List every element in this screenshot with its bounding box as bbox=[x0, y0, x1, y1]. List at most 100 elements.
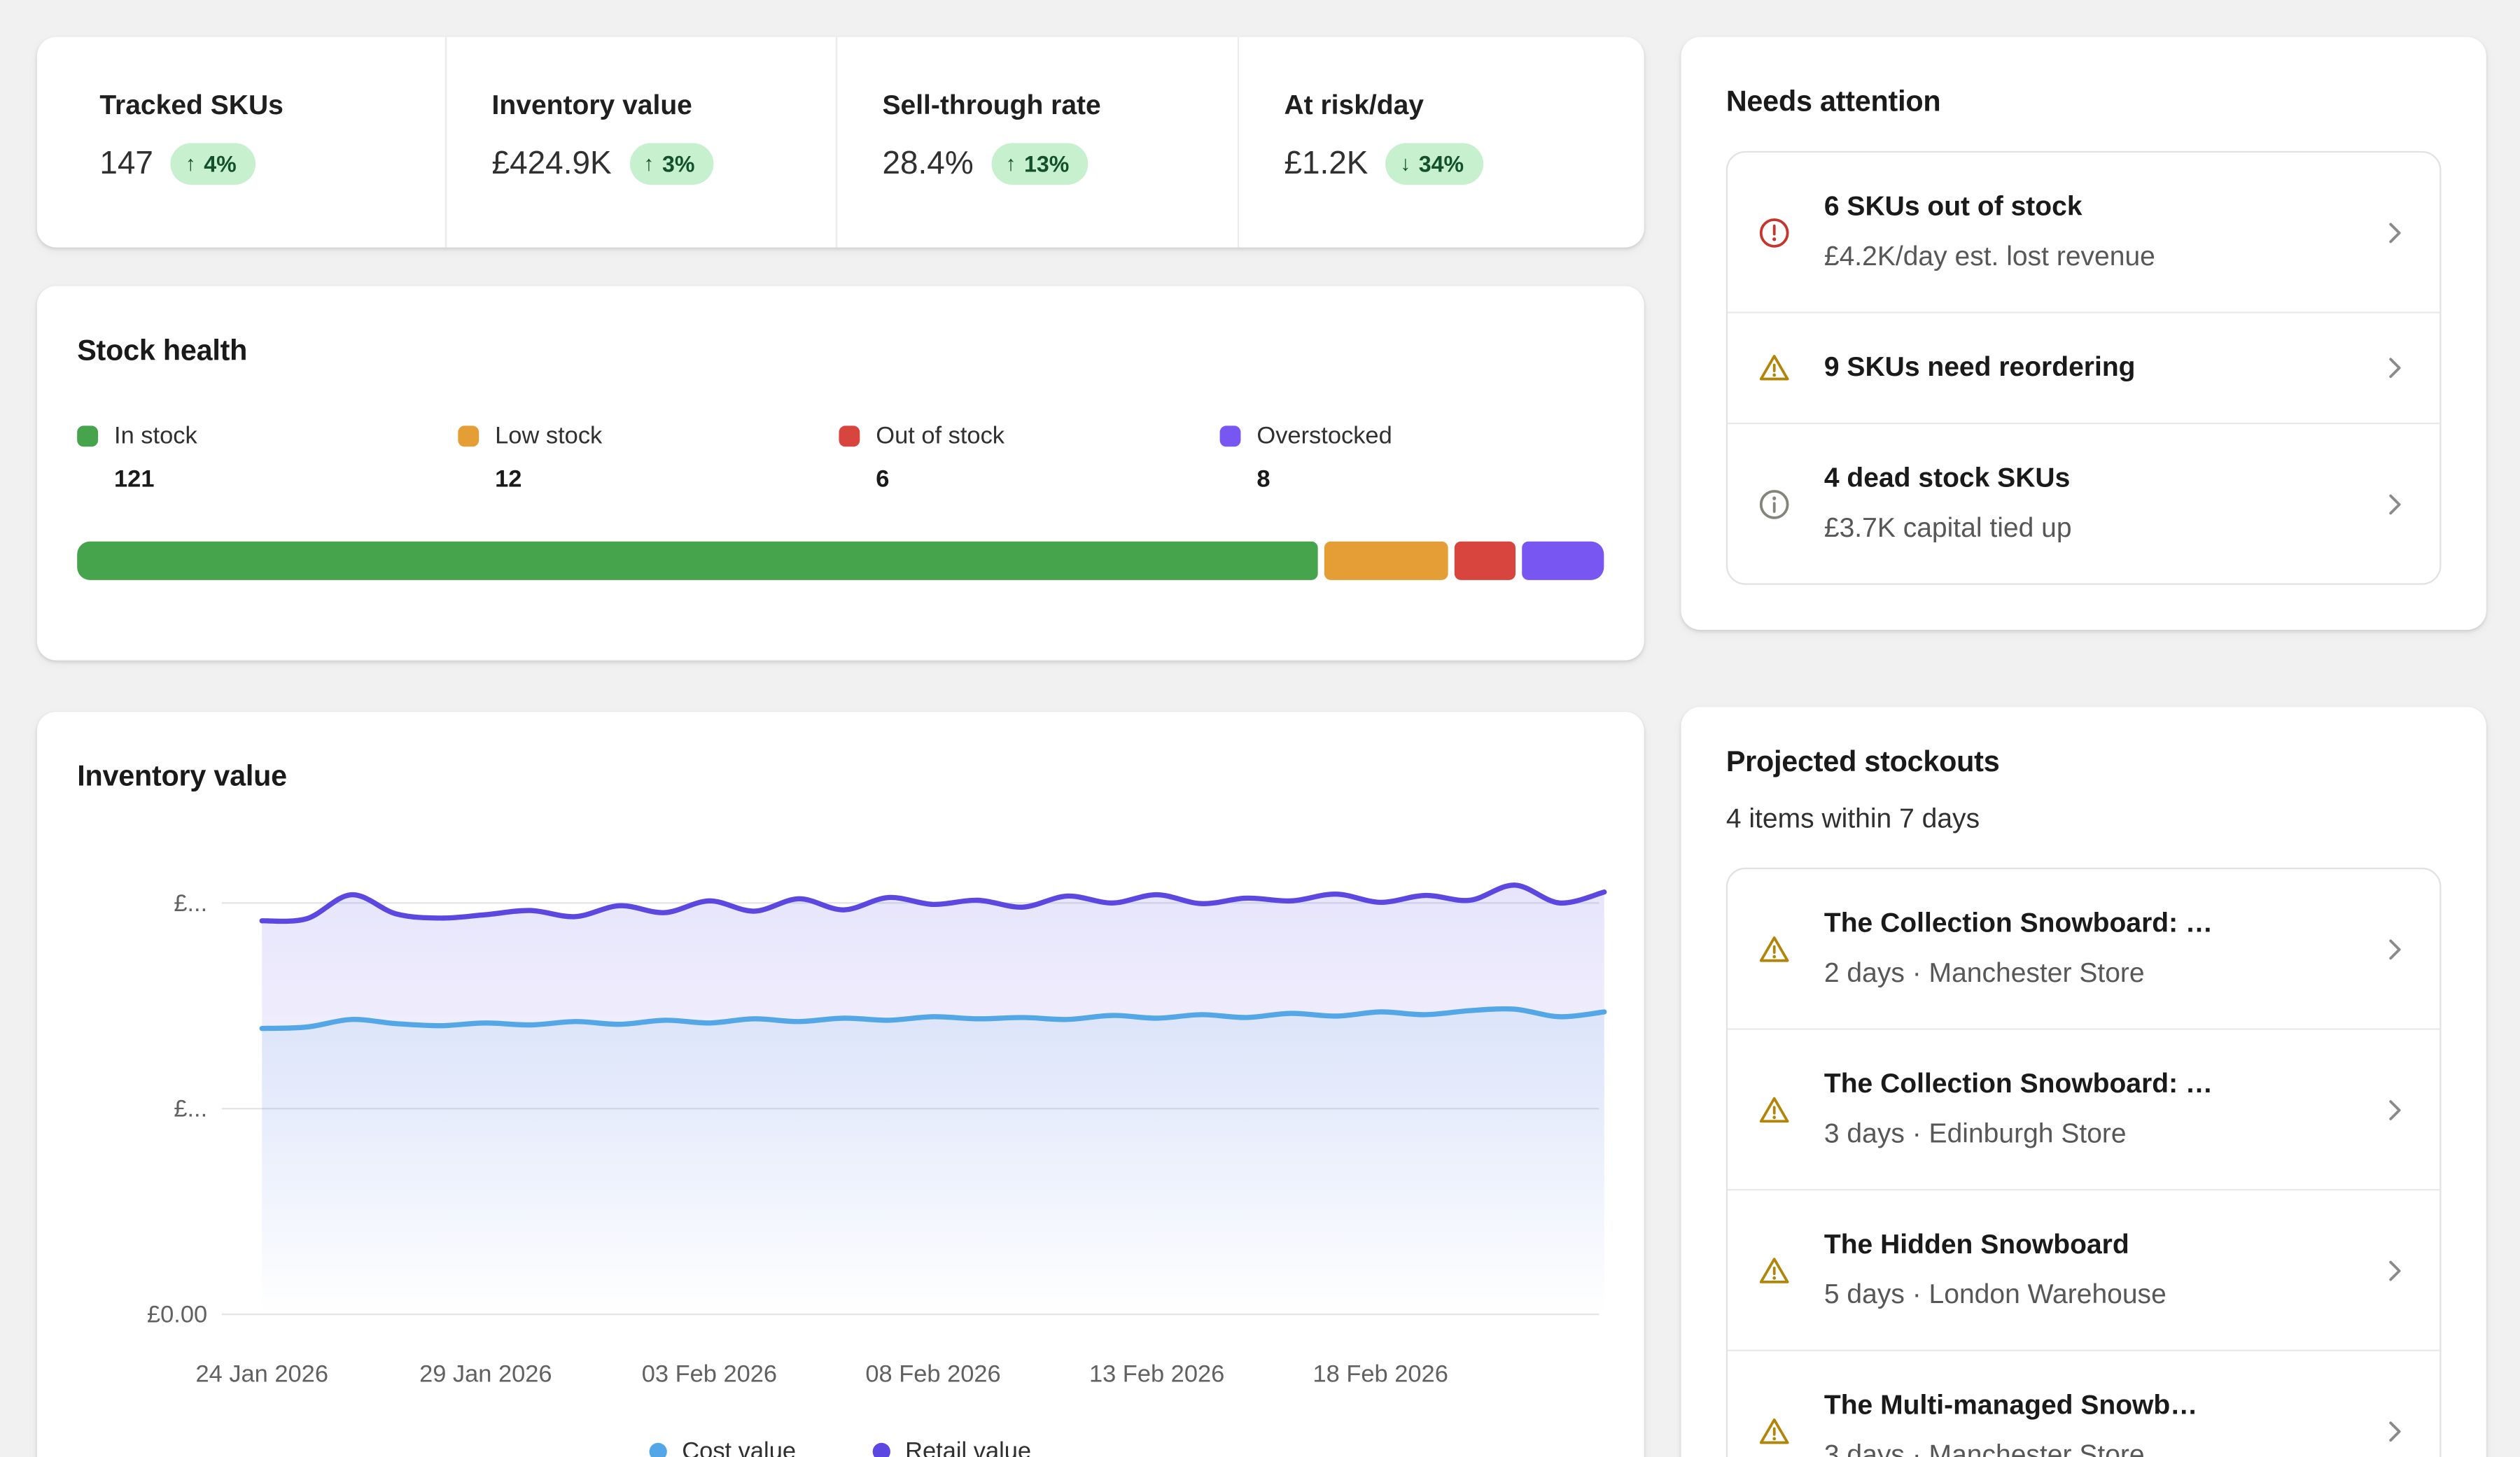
kpi-value: 147 bbox=[99, 146, 153, 183]
stockout-item-subtitle: 3 days · Edinburgh Store bbox=[1824, 1113, 2346, 1155]
svg-text:08 Feb 2026: 08 Feb 2026 bbox=[865, 1360, 1000, 1387]
chevron-right-icon bbox=[2379, 1093, 2411, 1125]
kpi-summary-card: Tracked SKUs 147 ↑ 4% Inventory value £42… bbox=[37, 37, 1644, 248]
stock-health-legend: In stock 121 Low stock 12 Out of stock 6… bbox=[77, 423, 1604, 493]
svg-text:18 Feb 2026: 18 Feb 2026 bbox=[1313, 1360, 1448, 1387]
stockout-item[interactable]: The Collection Snowboard: … 3 days · Edi… bbox=[1728, 1028, 2440, 1189]
kpi-delta-badge: ↓ 34% bbox=[1386, 143, 1483, 185]
stockout-item[interactable]: The Multi-managed Snowb… 3 days · Manche… bbox=[1728, 1350, 2440, 1457]
kpi-value: £1.2K bbox=[1284, 146, 1368, 183]
legend-label: Cost value bbox=[682, 1438, 796, 1457]
chevron-right-icon bbox=[2379, 1254, 2411, 1286]
stockout-item-title: The Hidden Snowboard bbox=[1824, 1224, 2346, 1266]
stock-bar-segment-1 bbox=[1324, 542, 1448, 580]
stock-bar-segment-3 bbox=[1522, 542, 1604, 580]
stockout-item[interactable]: The Hidden Snowboard 5 days · London War… bbox=[1728, 1189, 2440, 1350]
attention-item-title: 9 SKUs need reordering bbox=[1824, 347, 2346, 389]
legend-label: Retail value bbox=[905, 1438, 1031, 1457]
svg-text:£0.00: £0.00 bbox=[147, 1302, 207, 1328]
arrow-up-icon: ↑ bbox=[1006, 150, 1016, 178]
stock-bar-segment-0 bbox=[77, 542, 1318, 580]
attention-item-title: 4 dead stock SKUs bbox=[1824, 458, 2346, 500]
legend-label: Low stock bbox=[495, 423, 602, 450]
stockout-item-subtitle: 5 days · London Warehouse bbox=[1824, 1274, 2346, 1316]
kpi-inventory-value: Inventory value £424.9K ↑ 3% bbox=[445, 37, 836, 248]
chevron-right-icon bbox=[2379, 488, 2411, 520]
legend-count: 12 bbox=[495, 466, 839, 493]
stockout-item-title: The Collection Snowboard: … bbox=[1824, 903, 2346, 945]
projected-stockouts-title: Projected stockouts bbox=[1726, 745, 2442, 779]
kpi-delta-badge: ↑ 3% bbox=[629, 143, 714, 185]
overstocked-dot-icon bbox=[1220, 425, 1241, 446]
kpi-label: Sell-through rate bbox=[882, 90, 1237, 122]
attention-item-subtitle: £3.7K capital tied up bbox=[1824, 508, 2346, 550]
info-circle-icon bbox=[1756, 486, 1792, 522]
attention-item-out-of-stock[interactable]: 6 SKUs out of stock £4.2K/day est. lost … bbox=[1728, 153, 2440, 311]
projected-stockouts-card: Projected stockouts 4 items within 7 day… bbox=[1681, 707, 2486, 1457]
stock-health-bar bbox=[77, 542, 1604, 580]
legend-count: 6 bbox=[876, 466, 1219, 493]
kpi-sell-through-rate: Sell-through rate 28.4% ↑ 13% bbox=[836, 37, 1238, 248]
chart-title: Inventory value bbox=[77, 760, 1604, 794]
attention-item-reordering[interactable]: 9 SKUs need reordering bbox=[1728, 311, 2440, 422]
warning-triangle-icon bbox=[1756, 931, 1792, 966]
kpi-delta-value: 13% bbox=[1024, 150, 1069, 178]
kpi-delta-value: 3% bbox=[662, 150, 694, 178]
legend-label: Out of stock bbox=[876, 423, 1004, 450]
warning-triangle-icon bbox=[1756, 1253, 1792, 1288]
kpi-value: 28.4% bbox=[882, 146, 973, 183]
kpi-label: Inventory value bbox=[492, 90, 836, 122]
chart-y-axis-labels: £... £... £0.00 bbox=[147, 890, 207, 1328]
stock-bar-segment-2 bbox=[1454, 542, 1516, 580]
chart-legend: Cost value Retail value bbox=[37, 1438, 1644, 1457]
cost-value-area bbox=[262, 1009, 1604, 1314]
arrow-up-icon: ↑ bbox=[186, 150, 196, 178]
out-of-stock-dot-icon bbox=[839, 425, 860, 446]
chevron-right-icon bbox=[2379, 216, 2411, 248]
legend-label: Overstocked bbox=[1256, 423, 1392, 450]
svg-text:03 Feb 2026: 03 Feb 2026 bbox=[642, 1360, 777, 1387]
stock-health-title: Stock health bbox=[77, 335, 1604, 368]
kpi-at-risk-per-day: At risk/day £1.2K ↓ 34% bbox=[1238, 37, 1644, 248]
chart-x-axis-labels: 24 Jan 2026 29 Jan 2026 03 Feb 2026 08 Feb … bbox=[195, 1360, 1448, 1387]
kpi-delta-value: 34% bbox=[1419, 150, 1464, 178]
kpi-delta-value: 4% bbox=[204, 150, 236, 178]
attention-item-subtitle: £4.2K/day est. lost revenue bbox=[1824, 237, 2346, 279]
kpi-label: At risk/day bbox=[1284, 90, 1644, 122]
alert-circle-icon bbox=[1756, 215, 1792, 251]
stockout-item-subtitle: 3 days · Manchester Store bbox=[1824, 1435, 2346, 1457]
legend-overstocked: Overstocked 8 bbox=[1220, 423, 1601, 493]
warning-triangle-icon bbox=[1756, 1092, 1792, 1127]
needs-attention-list: 6 SKUs out of stock £4.2K/day est. lost … bbox=[1726, 151, 2442, 585]
svg-text:13 Feb 2026: 13 Feb 2026 bbox=[1089, 1360, 1224, 1387]
warning-triangle-icon bbox=[1756, 1413, 1792, 1449]
svg-text:£...: £... bbox=[174, 1096, 207, 1122]
projected-stockouts-list: The Collection Snowboard: … 2 days · Man… bbox=[1726, 868, 2442, 1457]
projected-stockouts-summary: 4 items within 7 days bbox=[1726, 803, 2442, 836]
legend-item-cost-value[interactable]: Cost value bbox=[650, 1438, 796, 1457]
chevron-right-icon bbox=[2379, 1415, 2411, 1447]
svg-text:24 Jan 2026: 24 Jan 2026 bbox=[195, 1360, 328, 1387]
stockout-item-title: The Multi-managed Snowb… bbox=[1824, 1385, 2346, 1427]
legend-out-of-stock: Out of stock 6 bbox=[839, 423, 1219, 493]
low-stock-dot-icon bbox=[458, 425, 479, 446]
stockout-item-title: The Collection Snowboard: … bbox=[1824, 1064, 2346, 1106]
kpi-label: Tracked SKUs bbox=[99, 90, 445, 122]
kpi-value: £424.9K bbox=[492, 146, 612, 183]
inventory-value-chart-card: Inventory value £... £... £0.00 24 Jan 202… bbox=[37, 712, 1644, 1457]
svg-text:29 Jan 2026: 29 Jan 2026 bbox=[419, 1360, 552, 1387]
attention-item-dead-stock[interactable]: 4 dead stock SKUs £3.7K capital tied up bbox=[1728, 423, 2440, 584]
arrow-down-icon: ↓ bbox=[1400, 150, 1410, 178]
stockout-item[interactable]: The Collection Snowboard: … 2 days · Man… bbox=[1728, 869, 2440, 1028]
attention-item-title: 6 SKUs out of stock bbox=[1824, 186, 2346, 228]
legend-count: 8 bbox=[1256, 466, 1600, 493]
needs-attention-card: Needs attention 6 SKUs out of stock £4.2… bbox=[1681, 37, 2486, 630]
legend-label: In stock bbox=[114, 423, 197, 450]
stock-health-card: Stock health In stock 121 Low stock 12 O… bbox=[37, 286, 1644, 661]
in-stock-dot-icon bbox=[77, 425, 98, 446]
svg-text:£...: £... bbox=[174, 890, 207, 917]
inventory-value-line-chart: £... £... £0.00 24 Jan 2026 29 Jan 2026 03 F… bbox=[69, 864, 1609, 1411]
arrow-up-icon: ↑ bbox=[644, 150, 654, 178]
cost-value-dot-icon bbox=[650, 1443, 667, 1457]
legend-item-retail-value[interactable]: Retail value bbox=[873, 1438, 1031, 1457]
